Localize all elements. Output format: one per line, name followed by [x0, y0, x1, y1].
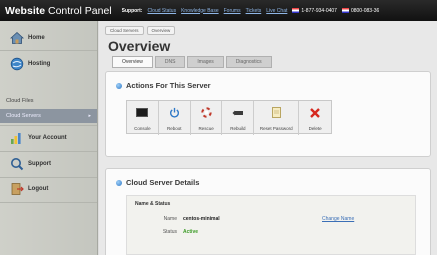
- link-knowledge-base[interactable]: Knowledge Base: [181, 8, 219, 14]
- server-name: centos-minimal: [183, 216, 220, 222]
- hosting-icon: [10, 57, 24, 71]
- name-label: Name: [163, 216, 177, 222]
- tab-diagnostics[interactable]: Diagnostics: [225, 56, 272, 68]
- tab-images[interactable]: Images: [187, 56, 224, 68]
- breadcrumb-overview[interactable]: Overview: [146, 26, 176, 35]
- details-heading: Cloud Server Details: [116, 178, 199, 187]
- support-icon: [10, 157, 24, 171]
- link-tickets[interactable]: Tickets: [246, 8, 262, 14]
- main-content: Cloud Servers Overview Overview Overview…: [99, 21, 437, 255]
- tab-dns[interactable]: DNS: [154, 56, 186, 68]
- status-label: Status: [162, 229, 177, 235]
- bullet-icon: [116, 82, 122, 89]
- sidebar-item-home[interactable]: Home: [0, 29, 97, 47]
- support-bar: Support: Cloud Status Knowledge Base For…: [122, 8, 380, 14]
- top-bar: Website Control Panel Support: Cloud Sta…: [0, 0, 437, 21]
- action-toolbar: Console Reboot Rescue Rebuild Reset Pass…: [126, 100, 332, 135]
- divider: [0, 177, 97, 178]
- actions-panel: Actions For This Server Console Reboot R…: [105, 71, 431, 157]
- name-status-section: Name & Status Name centos-minimal Change…: [126, 195, 416, 255]
- page-title: Overview: [108, 38, 171, 54]
- sidebar-subitem-cloud-servers[interactable]: Cloud Servers ▸: [0, 109, 97, 123]
- link-forums[interactable]: Forums: [224, 8, 241, 14]
- change-name-link[interactable]: Change Name: [322, 216, 354, 222]
- divider: [0, 202, 97, 203]
- divider: [0, 50, 97, 51]
- actions-heading: Actions For This Server: [116, 81, 211, 90]
- life-ring-icon: [200, 105, 212, 123]
- sidebar-item-hosting[interactable]: Hosting: [0, 54, 97, 74]
- status-badge: Active: [183, 229, 199, 235]
- link-cloud-status[interactable]: Cloud Status: [147, 8, 176, 14]
- reboot-button[interactable]: Reboot: [159, 101, 191, 135]
- account-icon: [10, 131, 24, 145]
- section-title: Name & Status: [135, 201, 171, 207]
- us-flag-icon: [292, 7, 300, 13]
- console-button[interactable]: Console: [127, 101, 159, 135]
- divider: [0, 151, 97, 152]
- delete-x-icon: [310, 105, 320, 123]
- uk-flag-icon: [341, 7, 349, 13]
- divider: [0, 125, 97, 126]
- breadcrumb: Cloud Servers Overview: [105, 26, 176, 35]
- details-panel: Cloud Server Details Name & Status Name …: [105, 168, 431, 255]
- sidebar-item-your-account[interactable]: Your Account: [0, 128, 97, 148]
- console-icon: [136, 105, 149, 123]
- sidebar-item-logout[interactable]: Logout: [0, 179, 97, 199]
- app-title[interactable]: Website Control Panel: [0, 5, 112, 17]
- tab-bar: Overview DNS Images Diagnostics: [112, 56, 274, 68]
- sidebar-item-support[interactable]: Support: [0, 154, 97, 174]
- breadcrumb-cloud-servers[interactable]: Cloud Servers: [105, 26, 144, 35]
- support-label: Support:: [121, 7, 143, 14]
- logout-icon: [10, 182, 24, 196]
- power-icon: [169, 105, 180, 123]
- phone-us: 1-877-934-0407: [292, 8, 337, 14]
- phone-uk: 0800-083-36: [341, 7, 379, 14]
- tab-overview[interactable]: Overview: [112, 56, 153, 68]
- delete-button[interactable]: Delete: [299, 101, 331, 135]
- chevron-right-icon: ▸: [88, 113, 91, 119]
- rebuild-button[interactable]: Rebuild: [222, 101, 255, 135]
- rescue-button[interactable]: Rescue: [191, 101, 223, 135]
- document-icon: [271, 105, 281, 123]
- sidebar-subitem-cloud-files[interactable]: Cloud Files: [0, 94, 97, 108]
- home-icon: [10, 31, 24, 45]
- link-live-chat[interactable]: Live Chat: [266, 8, 287, 14]
- rebuild-icon: [232, 105, 244, 123]
- reset-password-button[interactable]: Reset Password: [254, 101, 300, 135]
- sidebar: Home Hosting Cloud Files Cloud Servers ▸…: [0, 21, 98, 255]
- bullet-icon: [116, 179, 122, 186]
